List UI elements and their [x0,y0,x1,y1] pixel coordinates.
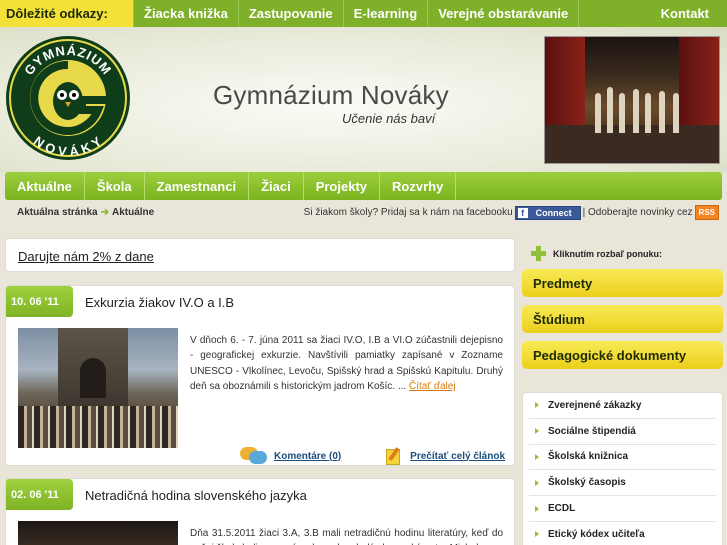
nav-news[interactable]: Aktuálne [5,172,85,200]
sidebar-item-ecdl[interactable]: ECDL [529,496,716,522]
article-card: 10. 06 '11 Exkurzia žiakov IV.O a I.B V … [5,285,515,466]
arrow-right-icon [535,428,539,435]
school-logo[interactable]: GYMNÁZIUM NOVÁKY [5,35,131,161]
link-contact[interactable]: Kontakt [661,6,727,21]
sidebar-item-label: Školská knižnica [548,451,629,463]
article-excerpt-text: V dňoch 6. - 7. júna 2011 sa žiaci IV.O,… [190,335,503,392]
thumb-crowd [18,406,178,448]
accordion-pedagogical-documents[interactable]: Pedagogické dokumenty [522,341,723,369]
arrow-right-icon [535,479,539,486]
sidebar-item-label: Zverejnené zákazky [548,399,642,411]
photo-person [659,91,665,133]
breadcrumb-label: Aktuálna stránka [17,207,98,218]
header-photo [544,36,720,164]
facebook-text: Si žiakom školy? Pridaj sa k nám na face… [303,207,513,218]
arrow-right-icon [535,505,539,512]
main-navigation: Aktuálne Škola Zamestnanci Žiaci Projekt… [5,172,722,200]
article-thumbnail[interactable] [18,521,178,545]
sidebar-item-teacher-ethics-code[interactable]: Etický kódex učiteľa [529,522,716,545]
photo-stage [545,125,719,163]
article-actions: Komentáre (0) Prečítať celý článok [240,447,505,465]
article-title[interactable]: Netradičná hodina slovenského jazyka [85,488,307,503]
sidebar-item-label: Etický kódex učiteľa [548,528,645,540]
accordion-subjects[interactable]: Predmety [522,269,723,297]
important-links-label: Dôležité odkazy: [0,0,133,27]
rss-icon[interactable]: RSS [694,205,719,220]
nav-staff[interactable]: Zamestnanci [145,172,250,200]
link-student-book[interactable]: Žiacka knižka [133,0,239,27]
donate-link[interactable]: Darujte nám 2% z dane [18,249,154,264]
top-links-bar: Dôležité odkazy: Žiacka knižka Zastupova… [0,0,727,27]
sidebar-links: Zverejnené zákazky Sociálne štipendiá Šk… [522,392,723,545]
link-substitutions[interactable]: Zastupovanie [239,0,344,27]
expand-hint-text: Kliknutím rozbaľ ponuku: [553,248,662,259]
sidebar-item-school-library[interactable]: Školská knižnica [529,445,716,471]
article-date: 02. 06 '11 [6,479,73,510]
expand-hint: Kliknutím rozbaľ ponuku: [531,246,662,261]
arrow-right-icon [535,531,539,538]
sidebar-item-label: Sociálne štipendiá [548,425,636,437]
link-public-procurement[interactable]: Verejné obstarávanie [428,0,580,27]
comments-link[interactable]: Komentáre (0) [240,447,341,465]
nav-school[interactable]: Škola [85,172,145,200]
photo-person [673,93,679,133]
sidebar-item-published-contracts[interactable]: Zverejnené zákazky [529,393,716,419]
facebook-icon: f [517,207,528,218]
sidebar-item-label: ECDL [548,503,576,515]
photo-person [595,93,601,133]
article-card: 02. 06 '11 Netradičná hodina slovenského… [5,478,515,545]
nav-students[interactable]: Žiaci [249,172,304,200]
read-full-article-label: Prečítať celý článok [410,450,505,462]
rss-text: | Odoberajte novinky cez [582,207,693,218]
article-excerpt: V dňoch 6. - 7. júna 2011 sa žiaci IV.O,… [190,333,503,394]
read-more-link[interactable]: Čítať ďalej [409,381,456,392]
photo-curtain-left [545,37,585,127]
photo-person [645,93,651,133]
nav-timetables[interactable]: Rozvrhy [380,172,457,200]
plus-icon [531,246,546,261]
arrow-right-icon: ➔ [100,207,109,218]
article-date: 10. 06 '11 [6,286,73,317]
social-row: Si žiakom školy? Pridaj sa k nám na face… [304,205,719,220]
arrow-right-icon [535,453,539,460]
article-thumbnail[interactable] [18,328,178,448]
nav-projects[interactable]: Projekty [304,172,381,200]
comments-label: Komentáre (0) [274,450,342,462]
pencil-icon [386,447,404,465]
read-full-article-link[interactable]: Prečítať celý článok [386,447,505,465]
breadcrumb: Aktuálna stránka ➔ Aktuálne [17,207,154,218]
accordion-study[interactable]: Štúdium [522,305,723,333]
main-content: Darujte nám 2% z dane 10. 06 '11 Exkurzi… [5,238,515,545]
link-e-learning[interactable]: E-learning [344,0,429,27]
photo-curtain-right [679,37,719,127]
thumb-arch [80,358,106,398]
breadcrumb-current[interactable]: Aktuálne [112,207,154,218]
sidebar-item-label: Školský časopis [548,477,626,489]
facebook-connect-button[interactable]: f Connect [514,205,581,220]
photo-person [607,87,613,133]
article-excerpt: Dňa 31.5.2011 žiaci 3.A, 3.B mali netrad… [190,528,503,545]
facebook-connect-label: Connect [535,207,572,218]
site-title: Gymnázium Nováky [213,80,449,110]
site-subtitle: Učenie nás baví [342,111,436,126]
sidebar-item-school-magazine[interactable]: Školský časopis [529,470,716,497]
article-title[interactable]: Exkurzia žiakov IV.O a I.B [85,295,234,310]
photo-person [619,93,625,133]
comments-icon [240,447,268,465]
donate-box: Darujte nám 2% z dane [5,238,515,272]
photo-person [633,89,639,133]
site-header: GYMNÁZIUM NOVÁKY Gymnázium Nováky Učenie… [0,27,727,172]
arrow-right-icon [535,402,539,409]
sidebar-item-social-scholarships[interactable]: Sociálne štipendiá [529,419,716,445]
